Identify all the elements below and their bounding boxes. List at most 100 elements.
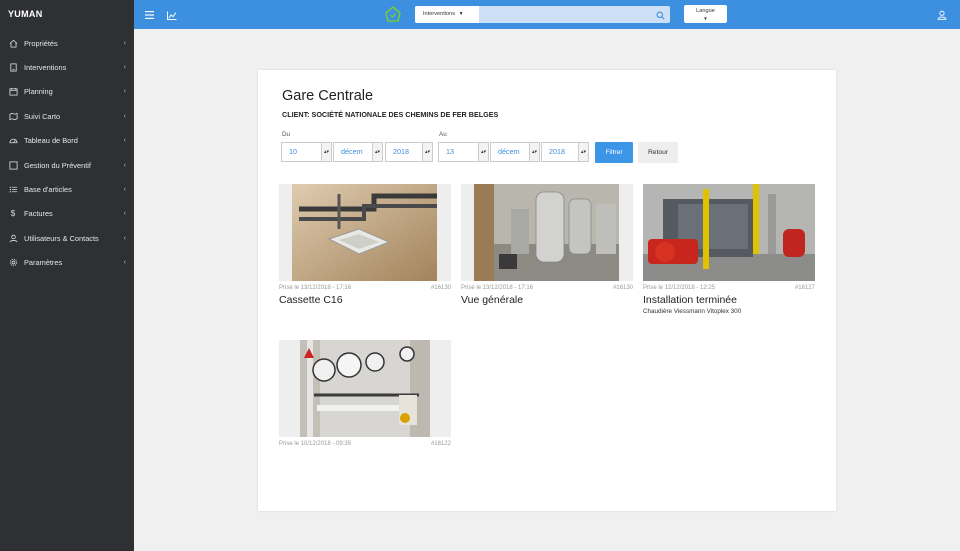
chevron-left-icon: ‹ bbox=[123, 64, 126, 72]
user-icon bbox=[8, 233, 18, 243]
user-account-icon[interactable] bbox=[936, 9, 948, 21]
sidebar-item-label: Planning bbox=[24, 87, 53, 97]
from-year-value: 2018 bbox=[393, 147, 409, 156]
caret-down-icon: ▼ bbox=[458, 11, 464, 17]
sidebar-item-label: Gestion du Préventif bbox=[24, 160, 91, 170]
from-month-select[interactable]: décem ▴▾ bbox=[333, 142, 383, 162]
back-button[interactable]: Retour bbox=[638, 142, 678, 163]
sidebar-item-label: Interventions bbox=[24, 63, 67, 73]
search-scope-select[interactable]: Interventions ▼ bbox=[415, 6, 479, 23]
photo-caption: Cassette C16 bbox=[279, 294, 343, 306]
photo-id: #16122 bbox=[430, 441, 451, 447]
clipboard-icon bbox=[8, 63, 18, 73]
photo-date: Prise le 13/12/2018 - 17:16 bbox=[279, 285, 352, 291]
chart-line-icon[interactable] bbox=[166, 9, 178, 21]
brand-logo[interactable]: YUMAN bbox=[0, 0, 134, 29]
chevron-left-icon: ‹ bbox=[123, 186, 126, 194]
chevron-left-icon: ‹ bbox=[123, 210, 126, 218]
sidebar-item-planning[interactable]: Planning ‹ bbox=[0, 80, 134, 104]
language-label: Langue bbox=[696, 8, 715, 14]
photo-card[interactable]: Prise le 10/12/2018 - 09:35 #16122 bbox=[279, 340, 451, 447]
search-scope-label: Interventions bbox=[423, 11, 456, 17]
photo-thumbnail[interactable] bbox=[279, 340, 451, 437]
filter-button[interactable]: Filtrer bbox=[595, 142, 633, 163]
gear-icon bbox=[8, 258, 18, 268]
to-date-label: Au bbox=[439, 131, 447, 138]
photo-card[interactable]: Prise le 12/12/2018 - 12:25 #16127 Insta… bbox=[643, 184, 815, 315]
to-month-select[interactable]: décem ▴▾ bbox=[490, 142, 540, 162]
photo-subtitle: Chaudière Viessmann Vitoplex 300 bbox=[643, 308, 742, 315]
app-logo-icon[interactable] bbox=[385, 6, 401, 23]
photo-date: Prise le 10/12/2018 - 09:35 bbox=[279, 441, 352, 447]
chevron-left-icon: ‹ bbox=[123, 137, 126, 145]
photo-meta: Prise le 10/12/2018 - 09:35 #16122 bbox=[279, 441, 451, 447]
sidebar-item-label: Tableau de Bord bbox=[24, 136, 78, 146]
calendar-icon bbox=[8, 87, 18, 97]
to-year-value: 2018 bbox=[549, 147, 565, 156]
select-arrows-icon: ▴▾ bbox=[372, 143, 382, 161]
to-day-select[interactable]: 13 ▴▾ bbox=[438, 142, 489, 162]
chevron-left-icon: ‹ bbox=[123, 88, 126, 96]
from-day-select[interactable]: 10 ▴▾ bbox=[281, 142, 332, 162]
list-icon bbox=[8, 185, 18, 195]
chevron-left-icon: ‹ bbox=[123, 161, 126, 169]
photo-meta: Prise le 13/12/2018 - 17:16 #16130 bbox=[461, 285, 633, 291]
sidebar-item-utilisateurs-contacts[interactable]: Utilisateurs & Contacts ‹ bbox=[0, 226, 134, 250]
photo-thumbnail[interactable] bbox=[643, 184, 815, 281]
photo-thumbnail[interactable] bbox=[279, 184, 451, 281]
client-name: CLIENT: SOCIÉTÉ NATIONALE DES CHEMINS DE… bbox=[282, 110, 499, 119]
sidebar-item-base-articles[interactable]: Base d'articles ‹ bbox=[0, 177, 134, 201]
sidebar-item-label: Suivi Carto bbox=[24, 111, 61, 121]
photo-id: #16130 bbox=[430, 285, 451, 291]
search-bar: Interventions ▼ bbox=[415, 6, 670, 23]
sidebar-item-gestion-preventif[interactable]: Gestion du Préventif ‹ bbox=[0, 153, 134, 177]
select-arrows-icon: ▴▾ bbox=[478, 143, 488, 161]
search-icon[interactable] bbox=[654, 9, 666, 21]
photo-card[interactable]: Prise le 13/12/2018 - 17:16 #16130 Casse… bbox=[279, 184, 451, 306]
top-navbar: Interventions ▼ Langue ▼ bbox=[134, 0, 960, 29]
chevron-left-icon: ‹ bbox=[123, 259, 126, 267]
from-year-select[interactable]: 2018 ▴▾ bbox=[385, 142, 433, 162]
to-year-select[interactable]: 2018 ▴▾ bbox=[541, 142, 589, 162]
select-arrows-icon: ▴▾ bbox=[529, 143, 539, 161]
sidebar-item-label: Factures bbox=[24, 209, 53, 219]
sidebar-item-interventions[interactable]: Interventions ‹ bbox=[0, 55, 134, 79]
select-arrows-icon: ▴▾ bbox=[321, 143, 331, 161]
dollar-icon: $ bbox=[10, 209, 16, 219]
from-day-value: 10 bbox=[289, 147, 297, 156]
select-arrows-icon: ▴▾ bbox=[422, 143, 432, 161]
photo-id: #16127 bbox=[794, 285, 815, 291]
search-input[interactable] bbox=[479, 6, 649, 23]
hamburger-menu-icon[interactable] bbox=[143, 9, 155, 21]
language-dropdown[interactable]: Langue ▼ bbox=[684, 5, 727, 23]
square-icon bbox=[8, 160, 18, 170]
sidebar-item-label: Base d'articles bbox=[24, 185, 72, 195]
sidebar-item-label: Propriétés bbox=[24, 38, 58, 48]
map-icon bbox=[8, 111, 18, 121]
photo-id: #16130 bbox=[612, 285, 633, 291]
select-arrows-icon: ▴▾ bbox=[578, 143, 588, 161]
photo-meta: Prise le 12/12/2018 - 12:25 #16127 bbox=[643, 285, 815, 291]
to-month-value: décem bbox=[498, 147, 520, 156]
from-date-label: Du bbox=[282, 131, 291, 138]
chevron-left-icon: ‹ bbox=[123, 39, 126, 47]
home-icon bbox=[8, 38, 18, 48]
photo-date: Prise le 13/12/2018 - 17:16 bbox=[461, 285, 534, 291]
photo-meta: Prise le 13/12/2018 - 17:16 #16130 bbox=[279, 285, 451, 291]
sidebar-item-proprietes[interactable]: Propriétés ‹ bbox=[0, 31, 134, 55]
to-day-value: 13 bbox=[446, 147, 454, 156]
sidebar-item-label: Utilisateurs & Contacts bbox=[24, 233, 99, 243]
photo-caption: Vue générale bbox=[461, 294, 524, 306]
gauge-icon bbox=[8, 136, 18, 146]
photo-thumbnail[interactable] bbox=[461, 184, 633, 281]
photo-gallery-card: Gare Centrale CLIENT: SOCIÉTÉ NATIONALE … bbox=[258, 70, 836, 511]
caret-down-icon: ▼ bbox=[703, 16, 708, 21]
sidebar-item-suivi-carto[interactable]: Suivi Carto ‹ bbox=[0, 104, 134, 128]
sidebar-item-factures[interactable]: $ Factures ‹ bbox=[0, 202, 134, 226]
sidebar-item-parametres[interactable]: Paramètres ‹ bbox=[0, 251, 134, 275]
sidebar-item-label: Paramètres bbox=[24, 258, 63, 268]
sidebar-item-tableau-de-bord[interactable]: Tableau de Bord ‹ bbox=[0, 129, 134, 153]
photo-card[interactable]: Prise le 13/12/2018 - 17:16 #16130 Vue g… bbox=[461, 184, 633, 306]
from-month-value: décem bbox=[341, 147, 363, 156]
chevron-left-icon: ‹ bbox=[123, 112, 126, 120]
